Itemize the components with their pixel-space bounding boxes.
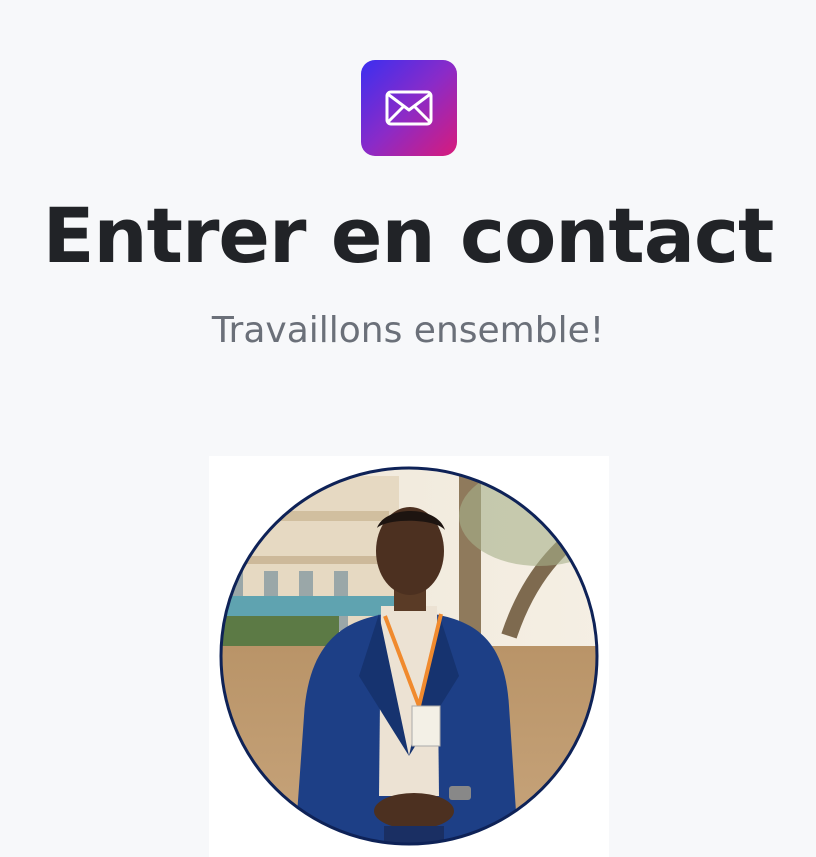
page-title: Entrer en contact [42,191,775,280]
contact-section: Entrer en contact Travaillons ensemble! [0,0,816,857]
contact-icon-tile [361,60,457,156]
page-subtitle: Travaillons ensemble! [211,310,605,351]
profile-photo [209,456,609,857]
envelope-icon [385,90,433,126]
